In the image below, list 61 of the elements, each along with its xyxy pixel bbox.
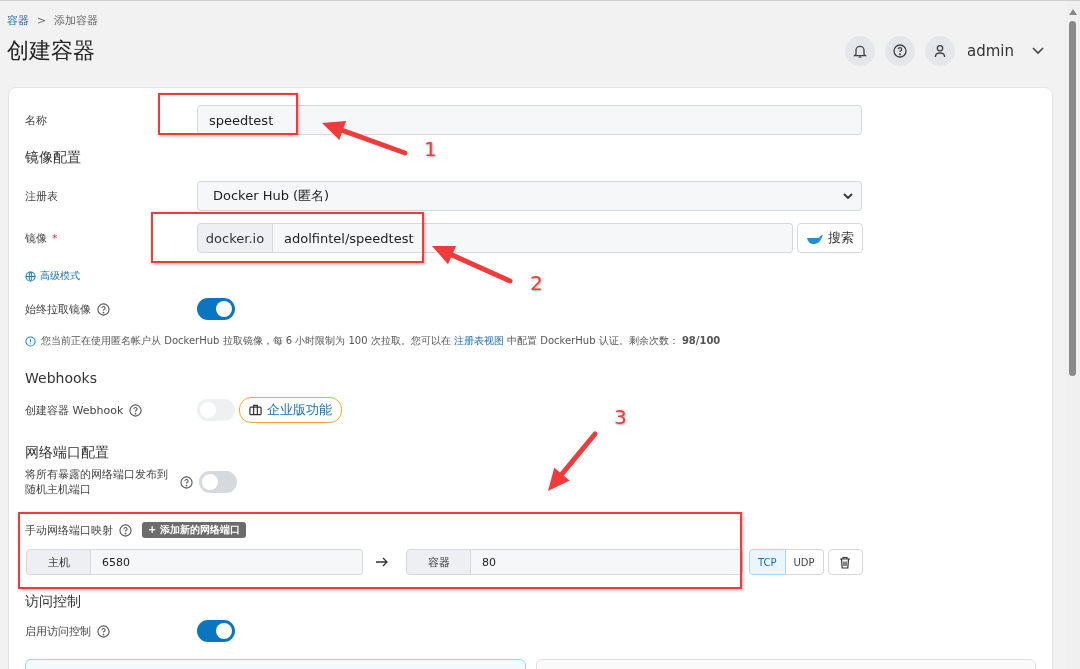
toggle-switch[interactable]: [197, 620, 235, 642]
trash-icon: [839, 555, 852, 569]
info-text: 您当前正在使用匿名帐户从 DockerHub 拉取镜像，每 6 小时限制为 100 次拉取。您可以在 注册表视图 中配置 DockerHub 认证。剩余次数： 98/100: [41, 334, 721, 348]
user-icon: [932, 43, 948, 59]
chevron-down-icon: [843, 192, 853, 200]
field-label: 镜像 *: [25, 230, 59, 246]
registry-select[interactable]: Docker Hub (匿名): [197, 181, 862, 211]
advanced-mode-link[interactable]: 高级模式: [25, 269, 80, 283]
breadcrumb-separator: >: [37, 14, 47, 27]
container-port-input[interactable]: 80: [471, 549, 743, 575]
container-label: 容器: [406, 549, 471, 575]
business-feature-badge: 企业版功能: [239, 397, 342, 423]
whale-icon: [806, 232, 823, 244]
briefcase-icon: [249, 404, 262, 416]
help-button[interactable]: [885, 36, 915, 66]
help-icon: [119, 523, 132, 537]
breadcrumb-current: 添加容器: [54, 13, 99, 28]
field-label: 启用访问控制: [25, 623, 91, 639]
protocol-toggle[interactable]: UDP: [785, 549, 824, 575]
delete-button[interactable]: [827, 549, 863, 575]
registry-view-link[interactable]: 注册表视图: [453, 335, 504, 346]
scrollbar-thumb[interactable]: [1069, 21, 1076, 376]
annotation-number: 1: [424, 139, 437, 159]
field-label: 创建容器 Webhook: [25, 402, 124, 418]
breadcrumb-link[interactable]: 容器: [7, 13, 29, 28]
toggle-switch[interactable]: [199, 471, 237, 493]
arrow-right-icon: [376, 557, 388, 567]
section-heading: Webhooks: [25, 370, 98, 388]
annotation-number: 2: [530, 273, 543, 293]
host-label: 主机: [26, 549, 91, 575]
user-avatar-button[interactable]: [925, 36, 955, 66]
host-port-input[interactable]: 6580: [91, 549, 363, 575]
field-label: 手动网络端口映射: [25, 522, 113, 538]
page-title: 创建容器: [7, 37, 95, 65]
field-label: 注册表: [25, 188, 59, 204]
help-icon: [180, 475, 193, 489]
notifications-button[interactable]: [845, 36, 875, 66]
protocol-toggle[interactable]: TCP: [749, 549, 786, 575]
help-icon: [97, 624, 110, 638]
field-label: 名称: [25, 112, 48, 128]
section-heading: 网络端口配置: [25, 444, 110, 462]
help-icon: [97, 302, 110, 316]
help-icon: [892, 43, 908, 59]
username[interactable]: admin: [967, 42, 1014, 60]
registry-prefix: docker.io: [197, 223, 273, 253]
chevron-down-icon[interactable]: [1032, 47, 1044, 55]
search-button[interactable]: 搜索: [797, 223, 863, 253]
help-icon: [129, 403, 143, 417]
globe-icon: [25, 270, 36, 282]
section-heading: 访问控制: [25, 593, 82, 611]
toggle-switch[interactable]: [197, 298, 235, 320]
info-icon: [25, 335, 36, 347]
annotation-number: 3: [614, 407, 627, 427]
annotation-arrow: [548, 431, 598, 491]
scroll-up-icon[interactable]: [1068, 9, 1077, 15]
field-label: 将所有暴露的网络端口发布到随机主机端口: [25, 467, 169, 497]
name-input[interactable]: speedtest: [197, 105, 862, 135]
add-port-button[interactable]: + 添加新的网络端口: [142, 522, 246, 538]
field-label: 始终拉取镜像: [25, 301, 91, 317]
image-input[interactable]: adolfintel/speedtest: [273, 223, 793, 253]
bell-icon: [852, 43, 868, 59]
